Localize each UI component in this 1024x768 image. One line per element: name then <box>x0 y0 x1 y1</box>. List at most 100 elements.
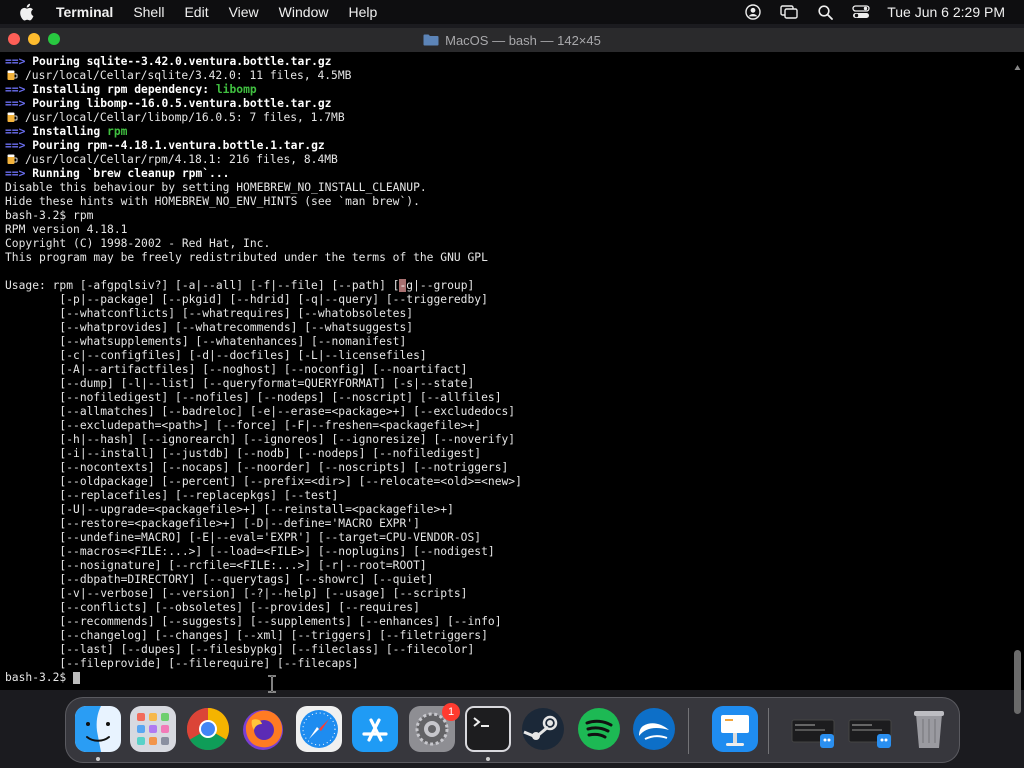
terminal-line: bash-3.2$ <box>5 671 1010 685</box>
brew-arrow-icon: ==> <box>5 97 33 110</box>
terminal-line: Hide these hints with HOMEBREW_NO_ENV_HI… <box>5 195 1010 209</box>
apple-menu-icon[interactable] <box>18 3 36 21</box>
terminal-line: [--last] [--dupes] [--filesbypkg] [--fil… <box>5 643 1010 657</box>
terminal-line: [--dump] [-l|--list] [--queryformat=QUER… <box>5 377 1010 391</box>
terminal-line: Usage: rpm [-afgpqlsiv?] [-a|--all] [-f|… <box>5 279 1010 293</box>
running-indicator-dot <box>486 757 490 761</box>
terminal-line: [--undefine=MACRO] [-E|--eval='EXPR'] [-… <box>5 531 1010 545</box>
menu-bar-clock[interactable]: Tue Jun 6 2:29 PM <box>887 4 1005 20</box>
terminal-line-text: Running `brew cleanup rpm`... <box>32 167 230 180</box>
dock-separator <box>768 708 769 754</box>
control-center-icon[interactable] <box>843 0 879 24</box>
dock-item-keynote[interactable] <box>712 706 758 752</box>
terminal-line: [--fileprovide] [--filerequire] [--filec… <box>5 657 1010 671</box>
terminal-line: Copyright (C) 1998-2002 - Red Hat, Inc. <box>5 237 1010 251</box>
terminal-line-text: [--replacefiles] [--replacepkgs] [--test… <box>5 489 339 502</box>
chrome-icon <box>185 708 231 756</box>
window-title: MacOS — bash — 142×45 <box>0 28 1024 52</box>
status-area: Tue Jun 6 2:29 PM <box>735 0 1024 24</box>
terminal-line-text: [-A|--artifactfiles] [--noghost] [--noco… <box>5 363 468 376</box>
beer-mug-icon <box>5 111 25 125</box>
terminal-line-text: [-h|--hash] [--ignorearch] [--ignoreos] … <box>5 433 516 446</box>
launchpad-icon <box>130 706 176 756</box>
terminal-line-text: [--undefine=MACRO] [-E|--eval='EXPR'] [-… <box>5 531 482 544</box>
dock-item-terminal[interactable] <box>465 706 511 752</box>
terminal-line: bash-3.2$ rpm <box>5 209 1010 223</box>
dock-item-firefox[interactable] <box>240 706 286 752</box>
terminal-line-text: Installing rpm dependency: <box>32 83 216 96</box>
menu-view[interactable]: View <box>229 4 259 20</box>
terminal-line-text: /usr/local/Cellar/libomp/16.0.5: 7 files… <box>25 111 345 124</box>
terminal-line-text: Pouring rpm--4.18.1.ventura.bottle.1.tar… <box>32 139 325 152</box>
scroll-up-arrow-icon[interactable] <box>1014 58 1021 70</box>
brew-arrow-icon: ==> <box>5 167 33 180</box>
terminal-line-text: [--last] [--dupes] [--filesbypkg] [--fil… <box>5 643 475 656</box>
terminal-line-text: Installing <box>32 125 108 138</box>
menu-help[interactable]: Help <box>348 4 377 20</box>
dock-item-window-thumbnail-1[interactable] <box>790 706 836 752</box>
dock-item-window-thumbnail-2[interactable] <box>847 706 893 752</box>
beer-mug-icon <box>5 153 25 167</box>
terminal-line-text: bash-3.2$ rpm <box>5 209 94 222</box>
dock-item-app-store[interactable] <box>352 706 398 752</box>
settings-icon <box>409 706 455 756</box>
terminal-line-text: [--nosignature] [--rcfile=<FILE:...>] [-… <box>5 559 427 572</box>
dock-item-trash[interactable] <box>906 706 952 752</box>
notification-badge: 1 <box>442 703 460 721</box>
terminal-line-text: [--nofiledigest] [--nofiles] [--nodeps] … <box>5 391 502 404</box>
dock-item-spotify[interactable] <box>576 706 622 752</box>
menu-window[interactable]: Window <box>279 4 329 20</box>
dock-item-openoffice[interactable] <box>631 706 677 752</box>
dock-item-steam[interactable] <box>520 706 566 752</box>
terminal-line: [--nosignature] [--rcfile=<FILE:...>] [-… <box>5 559 1010 573</box>
user-account-icon[interactable] <box>735 0 771 24</box>
dock-separator <box>688 708 689 754</box>
title-bar[interactable]: MacOS — bash — 142×45 <box>0 28 1024 52</box>
steam-icon <box>520 708 566 756</box>
brew-arrow-icon: ==> <box>5 125 33 138</box>
terminal-line: [--nocontexts] [--nocaps] [--noorder] [-… <box>5 461 1010 475</box>
beer-mug-icon <box>5 69 25 83</box>
menu-shell[interactable]: Shell <box>133 4 164 20</box>
terminal-line-text: RPM version 4.18.1 <box>5 223 128 236</box>
terminal-line: [--allmatches] [--badreloc] [-e|--erase=… <box>5 405 1010 419</box>
terminal-line-text: [-v|--verbose] [--version] [-?|--help] [… <box>5 587 468 600</box>
terminal-line-text: [--whatsupplements] [--whatenhances] [--… <box>5 335 407 348</box>
dock-item-chrome[interactable] <box>185 706 231 752</box>
terminal-line: [-v|--verbose] [--version] [-?|--help] [… <box>5 587 1010 601</box>
terminal-line: [-p|--package] [--pkgid] [--hdrid] [-q|-… <box>5 293 1010 307</box>
terminal-output[interactable]: ==> Pouring sqlite--3.42.0.ventura.bottl… <box>0 52 1010 690</box>
terminal-line-text: rpm <box>107 125 128 138</box>
terminal-line: [--nofiledigest] [--nofiles] [--nodeps] … <box>5 391 1010 405</box>
terminal-line-text: /usr/local/Cellar/sqlite/3.42.0: 11 file… <box>25 69 352 82</box>
terminal-line: [--excludepath=<path>] [--force] [-F|--f… <box>5 419 1010 433</box>
terminal-line: ==> Pouring libomp--16.0.5.ventura.bottl… <box>5 97 1010 111</box>
window-thumbnail-icon <box>847 719 893 756</box>
terminal-line: ==> Installing rpm <box>5 125 1010 139</box>
app-store-icon <box>352 706 398 756</box>
openoffice-icon <box>631 708 677 756</box>
dock-item-finder[interactable] <box>75 706 121 752</box>
terminal-line: [--restore=<packagefile>+] [-D|--define=… <box>5 517 1010 531</box>
menu-edit[interactable]: Edit <box>184 4 208 20</box>
screen-mirroring-icon[interactable] <box>771 0 807 24</box>
terminal-line-text: /usr/local/Cellar/rpm/4.18.1: 216 files,… <box>25 153 338 166</box>
dock-item-launchpad[interactable] <box>130 706 176 752</box>
terminal-line: /usr/local/Cellar/rpm/4.18.1: 216 files,… <box>5 153 1010 167</box>
finder-icon <box>75 706 121 756</box>
dock-item-safari[interactable] <box>296 706 342 752</box>
terminal-line: [--whatconflicts] [--whatrequires] [--wh… <box>5 307 1010 321</box>
spotlight-search-icon[interactable] <box>807 0 843 24</box>
menu-app-terminal[interactable]: Terminal <box>56 4 113 20</box>
scrollbar-thumb[interactable] <box>1014 650 1021 714</box>
terminal-line-text: [--dbpath=DIRECTORY] [--querytags] [--sh… <box>5 573 434 586</box>
terminal-line: Disable this behaviour by setting HOMEBR… <box>5 181 1010 195</box>
terminal-line-text: libomp <box>215 83 257 96</box>
running-indicator-dot <box>96 757 100 761</box>
spotify-icon <box>576 708 622 756</box>
terminal-line-text: Usage: rpm [-afgpqlsiv?] [-a|--all] [-f|… <box>5 279 400 292</box>
terminal-line-text: [-p|--package] [--pkgid] [--hdrid] [-q|-… <box>5 293 488 306</box>
menu-bar: Terminal Shell Edit View Window Help Tue… <box>0 0 1024 24</box>
terminal-line: [--replacefiles] [--replacepkgs] [--test… <box>5 489 1010 503</box>
terminal-line: [--whatprovides] [--whatrecommends] [--w… <box>5 321 1010 335</box>
